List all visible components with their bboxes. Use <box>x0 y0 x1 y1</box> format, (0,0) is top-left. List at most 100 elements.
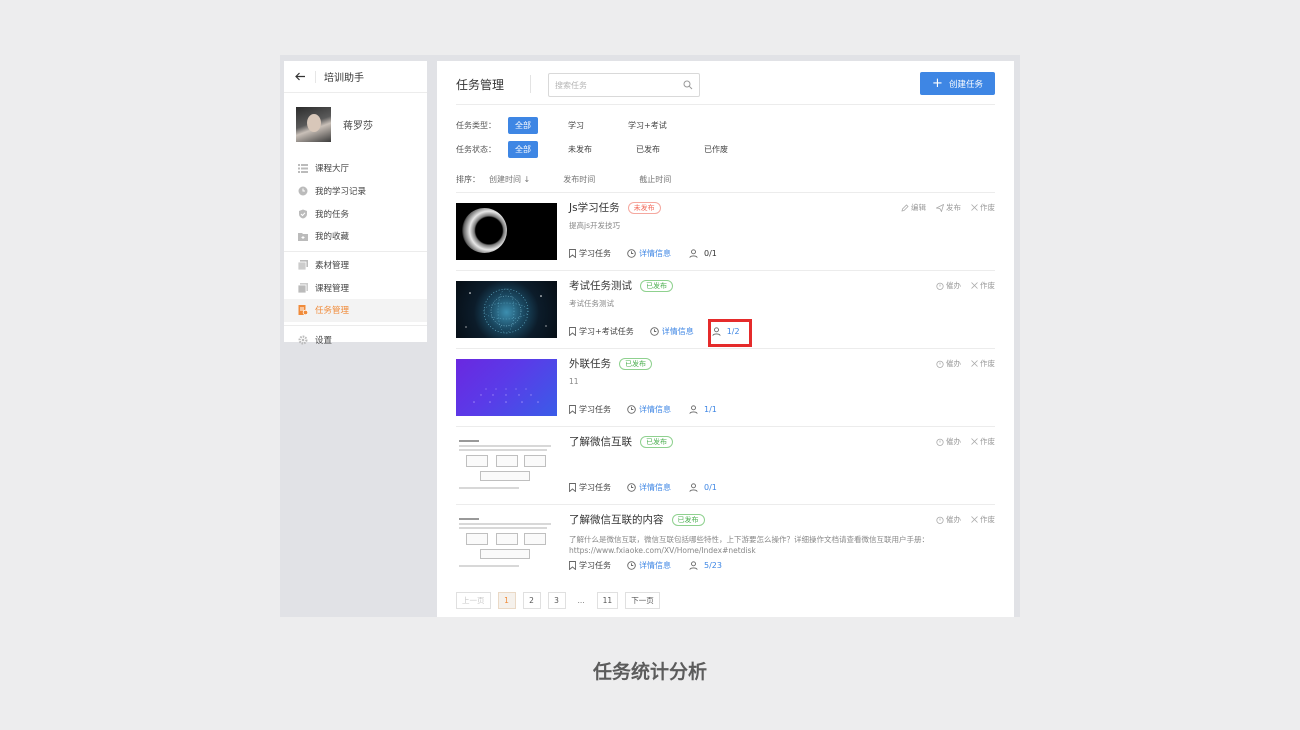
action-label: 催办 <box>946 515 961 524</box>
sidebar-item-task-management[interactable]: 任务管理 <box>284 299 427 322</box>
participant-count[interactable]: 0/1 <box>689 249 717 258</box>
user-name: 蒋罗莎 <box>343 120 373 132</box>
void-action[interactable]: 作废 <box>971 436 995 447</box>
menu-group-learning: 课程大厅 我的学习记录 我的任务 我的收藏 <box>284 155 427 252</box>
sidebar-item-course-hall[interactable]: 课程大厅 <box>284 157 427 180</box>
count-value: 0/1 <box>704 249 717 258</box>
sidebar-item-courses[interactable]: 课程管理 <box>284 276 427 299</box>
task-actions: 编辑 发布 作废 <box>891 202 995 213</box>
status-chip-published[interactable]: 已发布 <box>629 141 667 158</box>
task-title: 了解微信互联 已发布 <box>569 434 673 449</box>
detail-link[interactable]: 详情信息 <box>627 404 671 415</box>
sidebar-item-label: 设置 <box>315 336 333 347</box>
remind-action[interactable]: 催办 <box>936 436 961 447</box>
void-action[interactable]: 作废 <box>971 280 995 291</box>
task-thumbnail[interactable] <box>456 437 557 494</box>
detail-link[interactable]: 详情信息 <box>627 248 671 259</box>
plus-icon: + <box>932 76 943 91</box>
task-type-label: 学习任务 <box>579 249 611 258</box>
task-title: 考试任务测试 已发布 <box>569 278 673 293</box>
detail-link[interactable]: 详情信息 <box>627 482 671 493</box>
task-thumbnail[interactable] <box>456 359 557 416</box>
task-thumbnail[interactable] <box>456 515 557 572</box>
edit-action[interactable]: 编辑 <box>901 202 926 213</box>
clock-icon <box>627 249 636 258</box>
close-icon <box>971 282 978 289</box>
detail-link[interactable]: 详情信息 <box>627 560 671 571</box>
page-button-last[interactable]: 11 <box>596 592 619 609</box>
sidebar-item-settings[interactable]: 设置 <box>284 329 427 352</box>
participant-count[interactable]: 1/1 <box>689 405 717 414</box>
clock-icon <box>298 186 308 196</box>
page-button-3[interactable]: 3 <box>547 592 566 609</box>
sidebar-item-label: 我的学习记录 <box>315 187 367 198</box>
remind-action[interactable]: 催办 <box>936 514 961 525</box>
task-item: Js学习任务 未发布 提高js开发技巧 学习任务 详情信息 0/1 编辑 发布 … <box>456 193 995 271</box>
remind-action[interactable]: 催办 <box>936 358 961 369</box>
pagination: 上一页 1 2 3 ... 11 下一页 <box>456 592 667 609</box>
sort-option-label: 创建时间 <box>489 175 521 184</box>
pencil-icon <box>901 203 909 212</box>
search-icon[interactable] <box>683 80 693 90</box>
participant-count[interactable]: 0/1 <box>689 483 717 492</box>
page-button-2[interactable]: 2 <box>522 592 541 609</box>
sidebar-item-label: 任务管理 <box>315 306 350 317</box>
detail-link[interactable]: 详情信息 <box>649 326 694 337</box>
task-type: 学习任务 <box>569 482 611 493</box>
sidebar: 培训助手 蒋罗莎 课程大厅 我的学习记录 我的任务 我的收藏 素材管理 课程管理 <box>284 61 427 346</box>
sidebar-item-label: 课程大厅 <box>315 164 350 175</box>
void-action[interactable]: 作废 <box>971 514 995 525</box>
menu-group-management: 素材管理 课程管理 任务管理 <box>284 252 427 326</box>
sidebar-item-favorites[interactable]: 我的收藏 <box>284 225 427 248</box>
status-badge: 已发布 <box>671 513 705 526</box>
main-panel: 任务管理 + 创建任务 任务类型： 全部 学习 学习+考试 任务状态： 全部 未… <box>437 61 1014 617</box>
next-page-button[interactable]: 下一页 <box>625 592 660 609</box>
participant-count[interactable]: 5/23 <box>689 561 722 570</box>
detail-label: 详情信息 <box>639 483 671 492</box>
type-chip-study[interactable]: 学习 <box>561 117 591 134</box>
sidebar-item-materials[interactable]: 素材管理 <box>284 254 427 277</box>
void-action[interactable]: 作废 <box>971 202 995 213</box>
action-label: 催办 <box>946 437 961 446</box>
prev-page-button[interactable]: 上一页 <box>456 592 491 609</box>
search-input[interactable] <box>549 74 669 96</box>
status-chip-voided[interactable]: 已作废 <box>697 141 735 158</box>
type-chip-all[interactable]: 全部 <box>508 116 538 134</box>
sort-publish-time[interactable]: 发布时间 <box>563 174 595 185</box>
task-type: 学习任务 <box>569 248 611 259</box>
sidebar-item-study-records[interactable]: 我的学习记录 <box>284 180 427 203</box>
shield-check-icon <box>298 209 308 219</box>
action-label: 催办 <box>946 359 961 368</box>
task-actions: 催办 作废 <box>926 358 995 369</box>
task-name[interactable]: 了解微信互联 <box>569 434 632 449</box>
publish-action[interactable]: 发布 <box>936 202 961 213</box>
highlight-box <box>708 319 752 347</box>
close-icon <box>971 204 978 211</box>
back-arrow-icon[interactable] <box>293 70 307 84</box>
task-name[interactable]: 了解微信互联的内容 <box>569 512 664 527</box>
task-name[interactable]: Js学习任务 <box>569 200 620 215</box>
task-name[interactable]: 考试任务测试 <box>569 278 632 293</box>
task-thumbnail[interactable] <box>456 281 557 338</box>
list-icon <box>298 163 308 173</box>
action-label: 作废 <box>980 281 995 290</box>
task-name[interactable]: 外联任务 <box>569 356 611 371</box>
page-button-1[interactable]: 1 <box>497 592 516 609</box>
arrow-down-icon: ↓ <box>523 175 531 184</box>
action-label: 作废 <box>980 359 995 368</box>
sort-deadline[interactable]: 截止时间 <box>639 174 671 185</box>
alarm-icon <box>936 282 944 290</box>
create-task-button[interactable]: + 创建任务 <box>920 72 995 95</box>
type-chip-study-exam[interactable]: 学习+考试 <box>621 117 674 134</box>
task-thumbnail[interactable] <box>456 203 557 260</box>
user-icon <box>689 249 698 258</box>
void-action[interactable]: 作废 <box>971 358 995 369</box>
sort-created-time[interactable]: 创建时间 ↓ <box>489 174 530 185</box>
sidebar-item-my-tasks[interactable]: 我的任务 <box>284 202 427 225</box>
task-meta: 学习任务 详情信息 5/23 <box>569 560 722 571</box>
gear-icon <box>298 335 308 345</box>
status-chip-all[interactable]: 全部 <box>508 140 538 158</box>
alarm-icon <box>936 516 944 524</box>
status-chip-unpublished[interactable]: 未发布 <box>561 141 599 158</box>
remind-action[interactable]: 催办 <box>936 280 961 291</box>
